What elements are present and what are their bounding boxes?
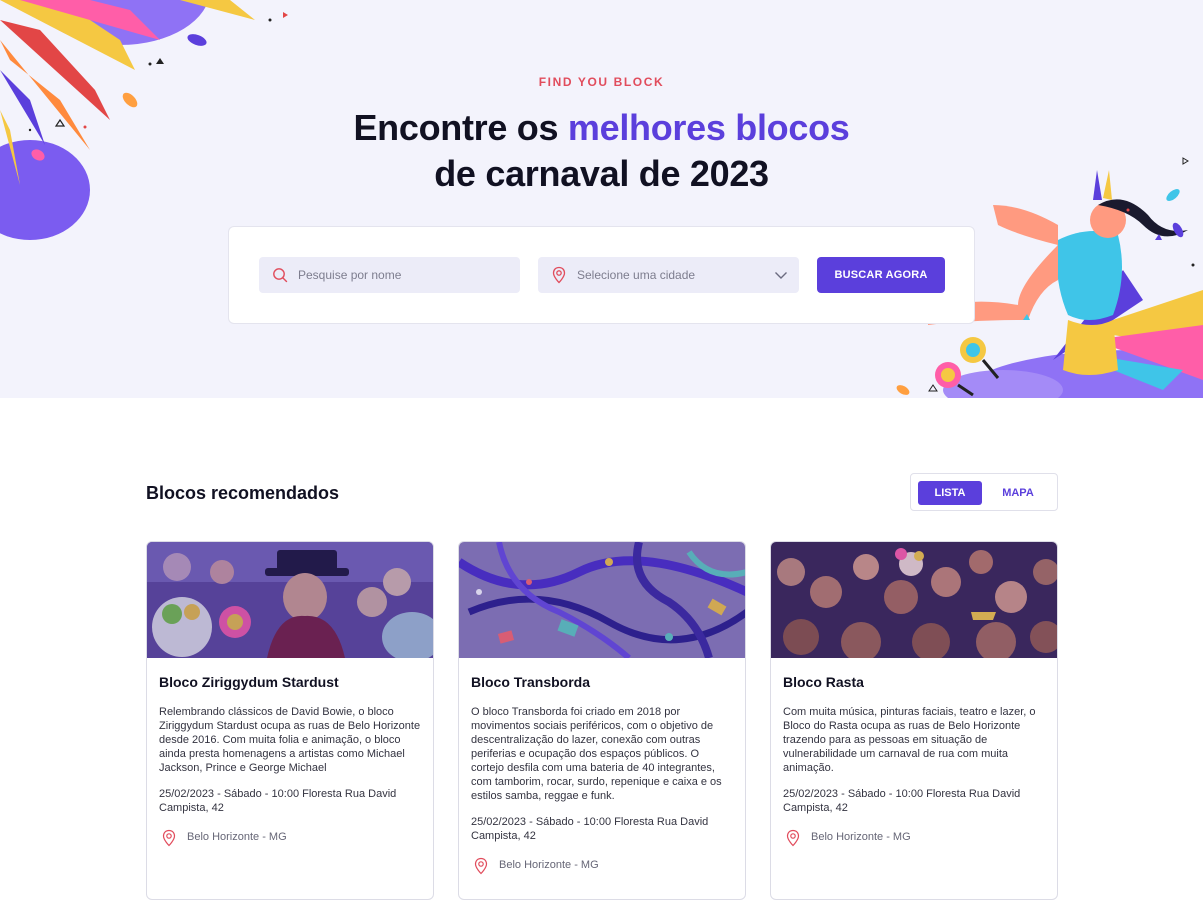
card-description: Com muita música, pinturas faciais, teat… — [783, 706, 1036, 774]
card-title: Bloco Rasta — [783, 674, 864, 690]
card-location-label: Belo Horizonte - MG — [499, 859, 599, 871]
block-card[interactable]: Bloco Rasta Com muita música, pinturas f… — [770, 541, 1058, 900]
view-toggle: LISTA MAPA — [910, 473, 1058, 511]
card-image — [459, 542, 745, 658]
search-panel: BUSCAR AGORA — [228, 226, 975, 324]
card-title: Bloco Transborda — [471, 674, 591, 690]
section-title: Blocos recomendados — [146, 483, 340, 503]
card-date: 25/02/2023 - Sábado - 10:00 Floresta Rua… — [159, 788, 397, 814]
card-location-label: Belo Horizonte - MG — [187, 831, 287, 843]
card-location: Belo Horizonte - MG — [783, 829, 1045, 847]
card-body: Relembrando clássicos de David Bowie, o … — [159, 705, 421, 847]
map-pin-icon — [473, 857, 489, 875]
card-image — [771, 542, 1057, 658]
chevron-down-icon[interactable] — [773, 267, 789, 283]
card-description: O bloco Transborda foi criado em 2018 po… — [471, 706, 722, 802]
card-location: Belo Horizonte - MG — [471, 857, 733, 875]
card-image — [147, 542, 433, 658]
card-date: 25/02/2023 - Sábado - 10:00 Floresta Rua… — [783, 788, 1021, 814]
city-select[interactable] — [538, 257, 799, 293]
search-input[interactable] — [298, 268, 498, 282]
search-button[interactable]: BUSCAR AGORA — [817, 257, 945, 293]
hero-section: FIND YOU BLOCK Encontre os melhores bloc… — [0, 0, 1203, 398]
card-body: O bloco Transborda foi criado em 2018 po… — [471, 705, 733, 875]
map-pin-icon — [550, 266, 568, 284]
list-view-button[interactable]: LISTA — [918, 481, 982, 505]
card-location: Belo Horizonte - MG — [159, 829, 421, 847]
page-title: Encontre os melhores blocos de carnaval … — [0, 105, 1203, 197]
card-body: Com muita música, pinturas faciais, teat… — [783, 705, 1045, 847]
block-card[interactable]: Bloco Transborda O bloco Transborda foi … — [458, 541, 746, 900]
eyebrow-label: FIND YOU BLOCK — [538, 75, 665, 89]
search-name-field[interactable] — [259, 257, 520, 293]
map-pin-icon — [161, 829, 177, 847]
title-part2: de carnaval de 2023 — [434, 153, 769, 194]
city-input[interactable] — [577, 268, 777, 282]
card-location-label: Belo Horizonte - MG — [811, 831, 911, 843]
map-pin-icon — [785, 829, 801, 847]
card-title: Bloco Ziriggydum Stardust — [159, 674, 339, 690]
block-card[interactable]: Bloco Ziriggydum Stardust Relembrando cl… — [146, 541, 434, 900]
map-view-button[interactable]: MAPA — [986, 481, 1050, 505]
title-part1: Encontre os — [353, 107, 568, 148]
title-accent: melhores blocos — [567, 107, 850, 148]
card-date: 25/02/2023 - Sábado - 10:00 Floresta Rua… — [471, 816, 709, 842]
search-icon — [271, 266, 289, 284]
card-description: Relembrando clássicos de David Bowie, o … — [159, 706, 421, 774]
